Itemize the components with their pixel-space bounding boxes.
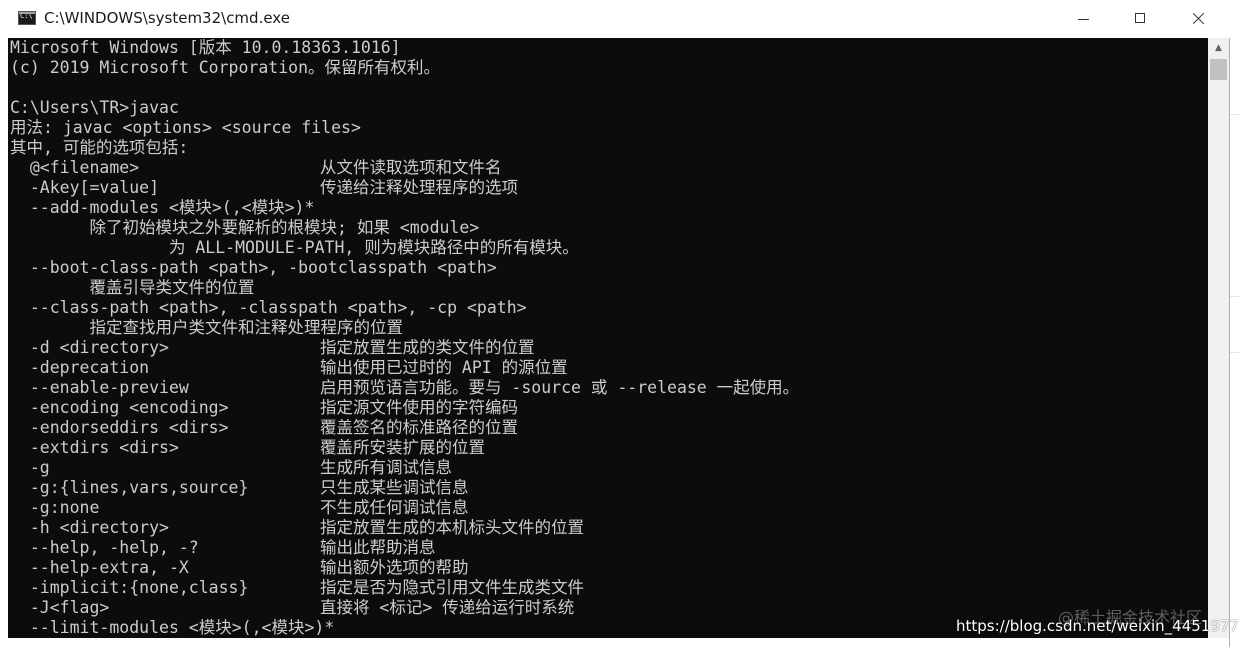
console-line-text: 指定查找用户类文件和注释处理程序的位置 bbox=[10, 318, 403, 337]
background-divider bbox=[1230, 114, 1239, 115]
console-line-text: -g:none bbox=[10, 498, 100, 517]
title-bar[interactable]: C:\WINDOWS\system32\cmd.exe bbox=[0, 0, 1230, 38]
console-line-description: 指定放置生成的类文件的位置 bbox=[320, 338, 535, 357]
console-line-description: 不生成任何调试信息 bbox=[320, 498, 469, 517]
console-line-text: Microsoft Windows [版本 10.0.18363.1016] bbox=[10, 38, 401, 57]
maximize-icon bbox=[1135, 13, 1145, 23]
console-line-description: 直接将 <标记> 传递给运行时系统 bbox=[320, 598, 575, 617]
console-line-description: 指定是否为隐式引用文件生成类文件 bbox=[320, 578, 584, 597]
window-title: C:\WINDOWS\system32\cmd.exe bbox=[44, 9, 290, 27]
scrollbar-thumb[interactable] bbox=[1210, 59, 1227, 80]
console-line-description: 生成所有调试信息 bbox=[320, 458, 452, 477]
scroll-up-icon[interactable]: ▲ bbox=[1208, 38, 1229, 58]
console-line-text: -extdirs <dirs> bbox=[10, 438, 179, 457]
console-line-text: 为 ALL-MODULE-PATH, 则为模块路径中的所有模块。 bbox=[10, 238, 579, 257]
console-line-description: 指定源文件使用的字符编码 bbox=[320, 398, 518, 417]
console-output[interactable]: Microsoft Windows [版本 10.0.18363.1016] (c… bbox=[8, 38, 1208, 638]
console-line-description: 启用预览语言功能。要与 -source 或 --release 一起使用。 bbox=[320, 378, 800, 397]
background-page-strip bbox=[1230, 0, 1239, 647]
watermark: https://blog.csdn.net/weixin_44519772 bbox=[956, 617, 1239, 635]
console-line-description: 传递给注释处理程序的选项 bbox=[320, 178, 518, 197]
close-icon bbox=[1192, 9, 1206, 27]
console-line-text: -g:{lines,vars,source} bbox=[10, 478, 249, 497]
console-line-text: C:\Users\TR>javac bbox=[10, 98, 179, 117]
console-line-description: 指定放置生成的本机标头文件的位置 bbox=[320, 518, 584, 537]
console-line-description: 输出使用已过时的 API 的源位置 bbox=[320, 358, 568, 377]
minimize-button[interactable] bbox=[1054, 0, 1112, 38]
console-line-text: 用法: javac <options> <source files> bbox=[10, 118, 361, 137]
console-line-text: 其中, 可能的选项包括: bbox=[10, 138, 189, 157]
watermark-url: https://blog.csdn.net/weixin_44519772 bbox=[956, 617, 1239, 635]
console-line-text: --limit-modules <模块>(,<模块>)* bbox=[10, 618, 335, 637]
vertical-scrollbar[interactable]: ▲ bbox=[1208, 38, 1229, 638]
minimize-icon bbox=[1078, 19, 1089, 20]
console-line-text: -implicit:{none,class} bbox=[10, 578, 249, 597]
console-line-text: --enable-preview bbox=[10, 378, 189, 397]
console-line-description: 从文件读取选项和文件名 bbox=[320, 158, 502, 177]
console-line-description: 覆盖签名的标准路径的位置 bbox=[320, 418, 518, 437]
console-line-text: -encoding <encoding> bbox=[10, 398, 229, 417]
console-line-description: 输出额外选项的帮助 bbox=[320, 558, 469, 577]
console-line-text: 覆盖引导类文件的位置 bbox=[10, 278, 255, 297]
maximize-button[interactable] bbox=[1112, 0, 1170, 38]
console-line-description: 覆盖所安装扩展的位置 bbox=[320, 438, 485, 457]
cmd-window: C:\WINDOWS\system32\cmd.exe Microsoft Wi… bbox=[0, 0, 1230, 647]
console-line-description: 只生成某些调试信息 bbox=[320, 478, 469, 497]
console-line-text: -J<flag> bbox=[10, 598, 110, 617]
console-line-text: @<filename> bbox=[10, 158, 140, 177]
console-line-text: 除了初始模块之外要解析的根模块; 如果 <module> bbox=[10, 218, 480, 237]
console-line-text: -g bbox=[10, 458, 50, 477]
background-divider bbox=[1230, 296, 1239, 297]
console-line-text: --class-path <path>, -classpath <path>, … bbox=[10, 298, 527, 317]
console-line-text: -h <directory> bbox=[10, 518, 169, 537]
console-line-text: --add-modules <模块>(,<模块>)* bbox=[10, 198, 315, 217]
console-line-text: --boot-class-path <path>, -bootclasspath… bbox=[10, 258, 497, 277]
console-line-text: -deprecation bbox=[10, 358, 150, 377]
background-divider bbox=[1230, 352, 1239, 353]
close-button[interactable] bbox=[1170, 0, 1228, 38]
console-line-text: (c) 2019 Microsoft Corporation。保留所有权利。 bbox=[10, 58, 441, 77]
console-line-text: --help-extra, -X bbox=[10, 558, 189, 577]
cmd-icon[interactable] bbox=[18, 11, 36, 25]
console-line-text: -Akey[=value] bbox=[10, 178, 160, 197]
window-bottom-edge bbox=[8, 638, 1229, 647]
console-line-description: 输出此帮助消息 bbox=[320, 538, 436, 557]
console-line-text: -d <directory> bbox=[10, 338, 169, 357]
console-line-text: -endorseddirs <dirs> bbox=[10, 418, 229, 437]
console-line-text: --help, -help, -? bbox=[10, 538, 199, 557]
